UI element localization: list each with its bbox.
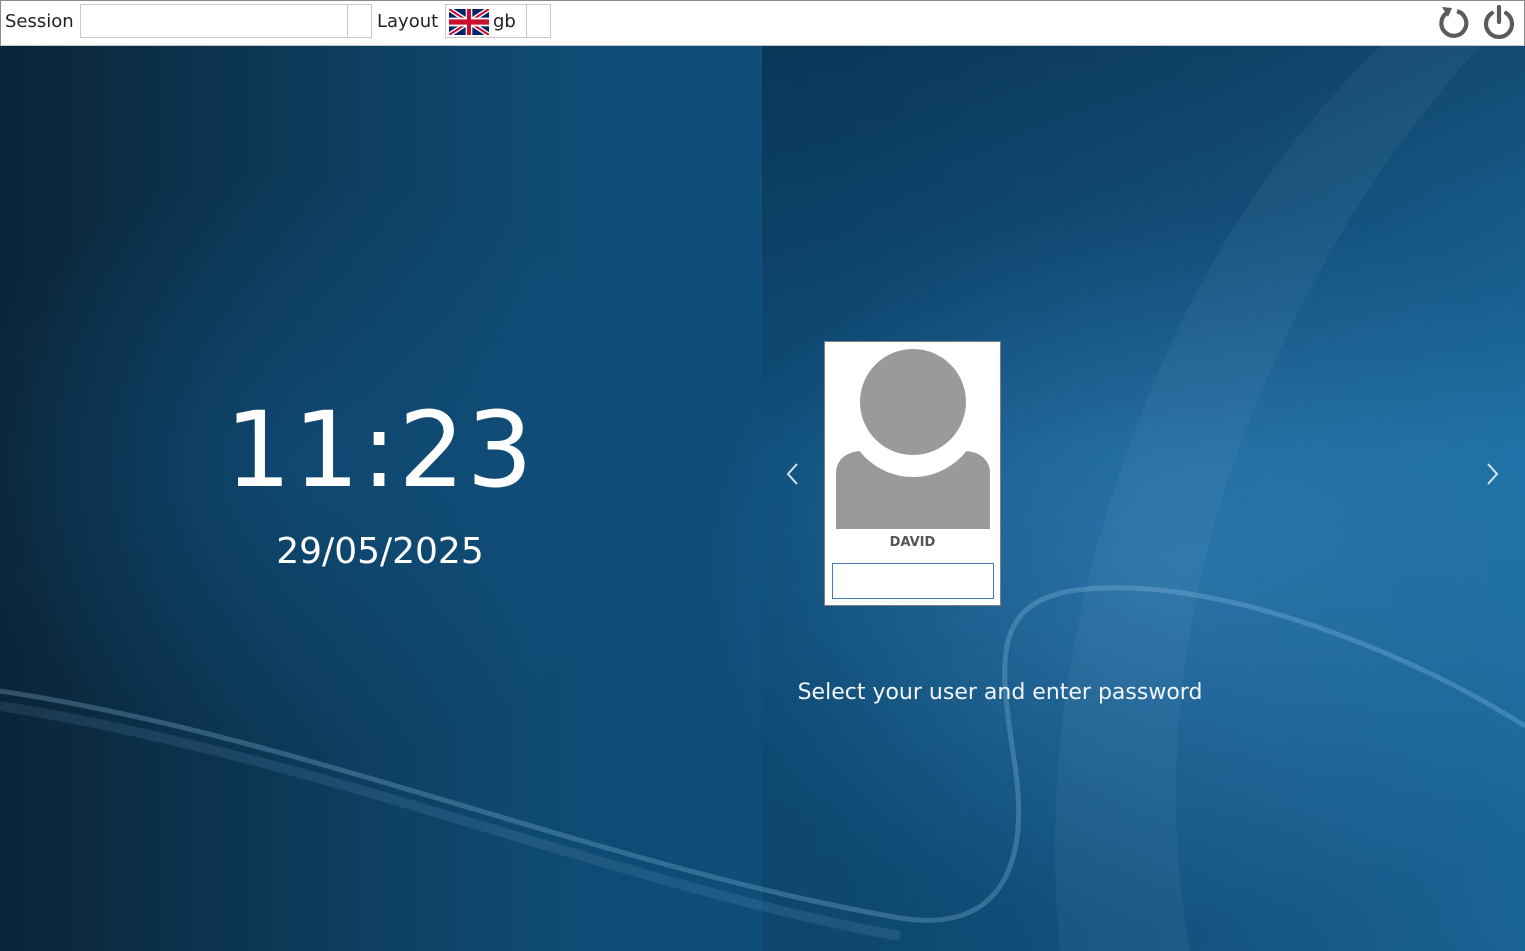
user-name: DAVID: [889, 535, 936, 550]
session-dropdown-button[interactable]: [347, 5, 371, 37]
reboot-icon: [1439, 7, 1469, 38]
chevron-left-icon: [786, 463, 798, 485]
layout-value: gb: [493, 11, 516, 32]
layout-dropdown-button[interactable]: [526, 5, 550, 37]
next-user-button[interactable]: [1482, 460, 1502, 488]
shutdown-button[interactable]: [1480, 4, 1518, 42]
session-label: Session: [5, 11, 74, 32]
chevron-right-icon: [1487, 463, 1499, 485]
uk-flag-icon: [449, 9, 489, 35]
user-card[interactable]: DAVID: [824, 341, 1001, 606]
previous-user-button[interactable]: [783, 460, 803, 488]
session-select[interactable]: [80, 4, 372, 38]
clock-time: 11:23: [225, 389, 535, 511]
top-bar: Session Layout gb: [0, 0, 1525, 46]
user-avatar-icon: [836, 347, 990, 529]
reboot-button[interactable]: [1435, 4, 1473, 42]
password-input[interactable]: [832, 563, 994, 599]
clock-date: 29/05/2025: [276, 531, 484, 572]
login-hint: Select your user and enter password: [797, 680, 1203, 705]
layout-label: Layout: [377, 11, 439, 32]
layout-select[interactable]: gb: [445, 4, 551, 38]
power-icon: [1483, 4, 1515, 39]
